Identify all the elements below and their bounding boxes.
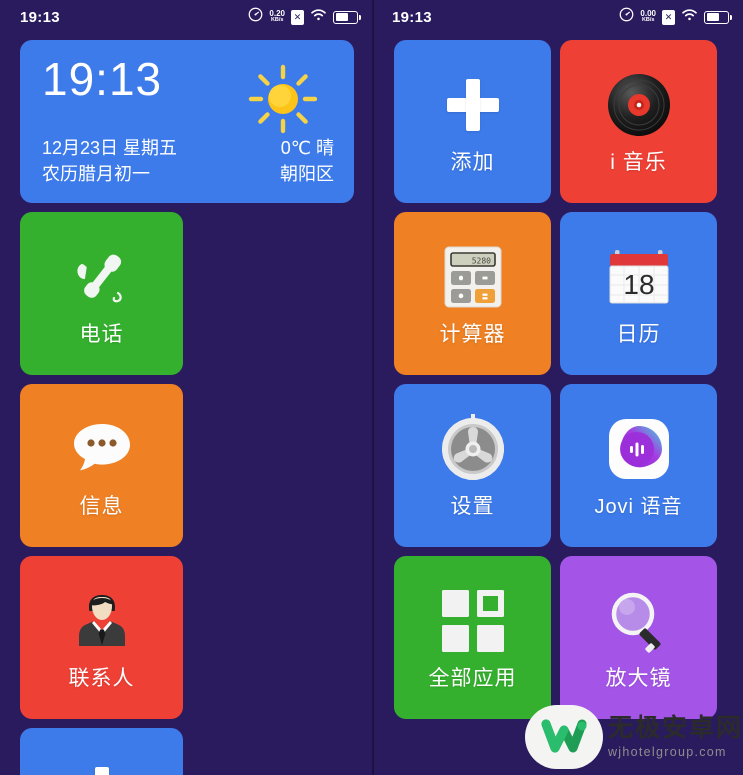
status-bar-left: 19:13 0.20 KB/s ✕	[0, 0, 372, 34]
status-bar-clock: 19:13	[392, 8, 432, 26]
tile-add[interactable]: 添加	[394, 40, 551, 203]
app-grid-right: 添加 i 音乐 5280 计算器 18 日历 设置 Jovi 语音 全部应用 放…	[372, 34, 743, 719]
tile-label: 全部应用	[428, 666, 517, 690]
vinyl-record-icon	[604, 68, 674, 142]
calendar-day-number: 18	[623, 269, 654, 300]
status-bar-icons: 0.20 KB/s ✕	[248, 7, 361, 27]
watermark: 无极安卓网 wjhotelgroup.com	[524, 705, 743, 769]
w-logo-icon	[524, 705, 603, 769]
svg-text:5280: 5280	[471, 256, 490, 265]
tile-label: 放大镜	[605, 666, 672, 690]
watermark-site-name: 无极安卓网	[607, 713, 743, 742]
tile-add[interactable]: 添加	[20, 728, 183, 775]
jovi-assistant-icon	[607, 412, 671, 486]
network-speed-indicator: 0.20 KB/s	[269, 9, 285, 24]
gear-icon	[438, 412, 508, 486]
tile-label: 电话	[79, 322, 124, 346]
watermark-text: 无极安卓网 wjhotelgroup.com	[607, 713, 743, 759]
tile-calculator[interactable]: 5280 计算器	[394, 212, 551, 375]
battery-icon	[704, 10, 732, 24]
person-avatar-icon	[69, 584, 135, 658]
calculator-icon: 5280	[444, 240, 502, 314]
home-screen-page-2: 19:13 0.00 KB/s ✕ 添加 i 音乐 5280 计算器 18 日历…	[372, 0, 743, 775]
plus-icon	[76, 756, 128, 775]
widget-date: 12月23日 星期五	[42, 137, 178, 158]
tile-calendar[interactable]: 18 日历	[560, 212, 717, 375]
network-speed-indicator: 0.00 KB/s	[640, 9, 656, 24]
app-grid-left: 19:13 12月23日 星期五 农历腊月初一 0℃ 晴 朝阳区 电话 信息 联…	[0, 34, 372, 775]
wifi-icon	[310, 8, 327, 27]
tile-contacts[interactable]: 联系人	[20, 556, 183, 719]
tile-magnifier[interactable]: 放大镜	[560, 556, 717, 719]
wifi-icon	[681, 8, 698, 27]
tile-all-apps[interactable]: 全部应用	[394, 556, 551, 719]
tile-phone[interactable]: 电话	[20, 212, 183, 375]
status-bar-icons: 0.00 KB/s ✕	[619, 7, 732, 27]
grid-squares-icon	[441, 584, 504, 658]
tile-label: Jovi 语音	[594, 496, 683, 518]
tile-label: 信息	[79, 494, 124, 518]
tile-label: 日历	[616, 322, 661, 346]
tile-settings[interactable]: 设置	[394, 384, 551, 547]
magnifying-glass-icon	[607, 584, 671, 658]
status-bar-right: 19:13 0.00 KB/s ✕	[372, 0, 743, 34]
tile-i-music[interactable]: i 音乐	[560, 40, 717, 203]
tile-label: i 音乐	[610, 150, 667, 174]
dual-screenshot-composite: 19:13 0.20 KB/s ✕ 19:13 12月23日 星期五 农历腊月初…	[0, 0, 743, 775]
widget-temperature: 0℃ 晴	[280, 137, 334, 158]
sim-card-icon: ✕	[662, 9, 675, 25]
tile-label: 设置	[450, 494, 495, 518]
calendar-icon: 18	[608, 240, 670, 314]
status-bar-clock: 19:13	[20, 8, 60, 26]
speedometer-icon	[619, 7, 634, 27]
clock-weather-widget[interactable]: 19:13 12月23日 星期五 农历腊月初一 0℃ 晴 朝阳区	[20, 40, 354, 203]
speech-bubble-icon	[69, 412, 135, 486]
plus-icon	[446, 68, 499, 142]
tile-messages[interactable]: 信息	[20, 384, 183, 547]
sun-icon	[246, 62, 320, 141]
tile-jovi-voice[interactable]: Jovi 语音	[560, 384, 717, 547]
sim-card-icon: ✕	[291, 9, 304, 25]
speedometer-icon	[248, 7, 263, 27]
watermark-site-url: wjhotelgroup.com	[607, 744, 727, 759]
home-screen-page-1: 19:13 0.20 KB/s ✕ 19:13 12月23日 星期五 农历腊月初…	[0, 0, 372, 775]
phone-handset-icon	[68, 240, 136, 314]
tile-label: 添加	[450, 150, 495, 174]
tile-label: 计算器	[439, 322, 506, 346]
widget-location: 朝阳区	[280, 163, 334, 184]
widget-lunar-date: 农历腊月初一	[42, 163, 150, 184]
tile-label: 联系人	[68, 666, 135, 690]
battery-icon	[333, 10, 361, 24]
